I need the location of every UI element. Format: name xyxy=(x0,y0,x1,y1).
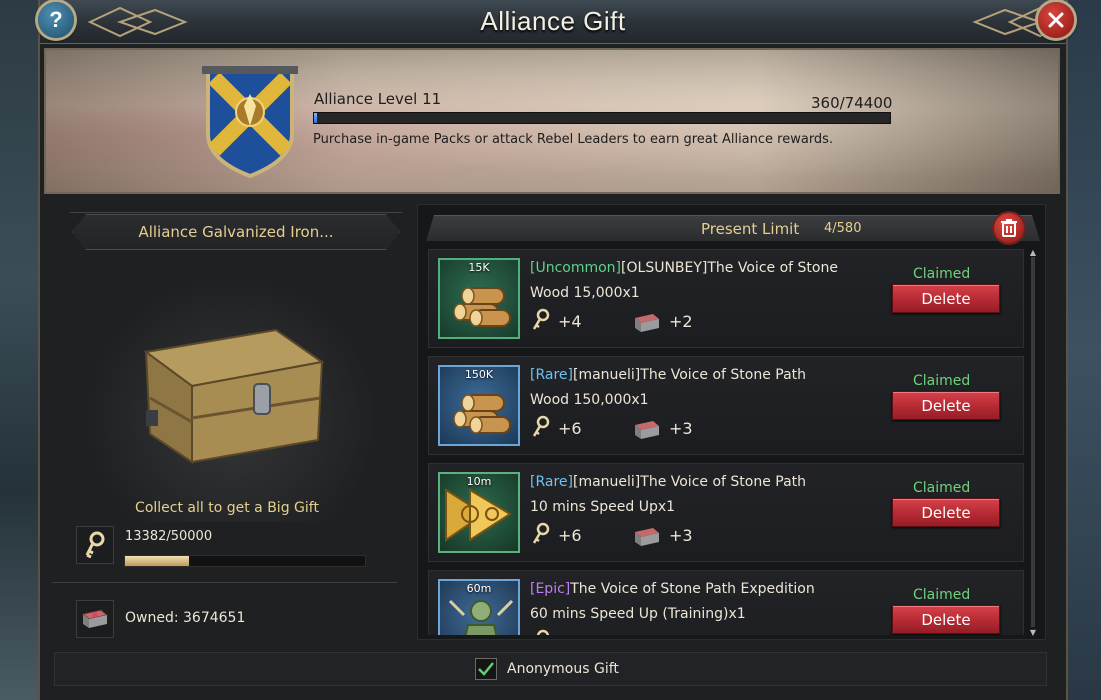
help-button[interactable]: ? xyxy=(38,2,74,38)
close-button[interactable] xyxy=(1038,2,1074,38)
chest-reward-value: +3 xyxy=(669,526,693,545)
key-reward-value: +6 xyxy=(558,526,582,545)
chest-reward-value: +3 xyxy=(669,419,693,438)
key-reward-icon xyxy=(532,522,550,544)
delete-button[interactable]: Delete xyxy=(892,391,1000,420)
delete-all-button[interactable] xyxy=(994,213,1024,243)
gift-item: 10 mins Speed Upx1 xyxy=(530,499,676,515)
gift-rarity: [Uncommon] xyxy=(530,260,622,276)
key-progress-fill xyxy=(125,556,190,566)
key-reward-value: +4 xyxy=(558,312,582,331)
gift-item: 60 mins Speed Up (Training)x1 xyxy=(530,606,746,622)
key-reward-icon xyxy=(532,308,550,330)
gift-rarity: [Rare] xyxy=(530,367,573,383)
key-icon xyxy=(85,531,105,559)
gift-rarity: [Rare] xyxy=(530,474,573,490)
key-reward-icon xyxy=(532,415,550,437)
claimed-status: Claimed xyxy=(913,480,971,496)
key-progress-bar xyxy=(124,555,366,567)
banner-description: Purchase in-game Packs or attack Rebel L… xyxy=(313,132,834,147)
gift-chest-icon-box xyxy=(76,600,114,638)
background-left-edge xyxy=(0,0,40,700)
chest-name: Alliance Galvanized Iron... xyxy=(72,214,400,250)
gift-row: 150K [Rare][manueli]The Voice of Stone P… xyxy=(428,356,1024,455)
anonymous-gift-label: Anonymous Gift xyxy=(507,661,619,677)
gift-amount-tag: 15K xyxy=(468,261,490,274)
gift-title: [manueli]The Voice of Stone Path xyxy=(572,474,807,490)
gift-row: 10m [Rare][manueli]The Voice of Stone Pa… xyxy=(428,463,1024,562)
claimed-status: Claimed xyxy=(913,266,971,282)
gift-title: [manueli]The Voice of Stone Path xyxy=(572,367,807,383)
present-limit-label: Present Limit xyxy=(701,220,800,238)
close-icon xyxy=(1048,12,1064,28)
gift-item: Wood 150,000x1 xyxy=(530,392,649,408)
big-gift-chest-icon[interactable] xyxy=(126,322,326,472)
key-reward-icon xyxy=(536,629,550,635)
gift-amount-tag: 10m xyxy=(466,475,492,488)
gift-list[interactable]: 15K [Uncommon][OLSUNBEY]The Voice of Sto… xyxy=(428,249,1024,635)
anonymous-gift-checkbox[interactable] xyxy=(475,658,497,680)
claimed-status: Claimed xyxy=(913,373,971,389)
gift-list-panel: Present Limit 4/580 15K [Uncommon][OLSUN… xyxy=(417,204,1046,640)
delete-button[interactable]: Delete xyxy=(892,605,1000,634)
gift-thumbnail[interactable]: 150K xyxy=(438,365,520,446)
chest-reward-value: +2 xyxy=(669,312,693,331)
collect-hint: Collect all to get a Big Gift xyxy=(135,500,319,516)
alliance-level-progress-bar xyxy=(313,112,891,124)
trash-icon xyxy=(1001,219,1017,237)
delete-button[interactable]: Delete xyxy=(892,284,1000,313)
gift-row: 15K [Uncommon][OLSUNBEY]The Voice of Sto… xyxy=(428,249,1024,348)
gift-rarity: [Epic] xyxy=(530,581,571,597)
gift-chest-icon xyxy=(81,609,109,628)
big-gift-panel: Alliance Galvanized Iron... Collect all … xyxy=(52,212,402,640)
scroll-track[interactable] xyxy=(1031,257,1035,627)
gift-list-scrollbar[interactable]: ▲ ▼ xyxy=(1028,249,1038,637)
present-limit-value: 4/580 xyxy=(824,221,862,236)
key-icon-box xyxy=(76,526,114,564)
alliance-level-banner: Alliance Level 11 360/74400 Purchase in-… xyxy=(44,48,1060,194)
gift-row: 60m [Epic]The Voice of Stone Path Expedi… xyxy=(428,570,1024,635)
alliance-shield-icon xyxy=(202,66,298,179)
key-count: 13382/50000 xyxy=(125,529,213,544)
chest-reward-icon xyxy=(635,421,659,439)
scroll-up-arrow-icon[interactable]: ▲ xyxy=(1028,249,1038,257)
gift-amount-tag: 60m xyxy=(466,582,492,595)
gift-thumbnail[interactable]: 10m xyxy=(438,472,520,553)
chest-reward-icon xyxy=(635,528,659,546)
gift-title: [OLSUNBEY]The Voice of Stone xyxy=(621,260,838,276)
owned-count: Owned: 3674651 xyxy=(125,610,246,626)
window-title: Alliance Gift xyxy=(480,6,626,36)
gift-amount-tag: 150K xyxy=(464,368,494,381)
alliance-level-value: 360/74400 xyxy=(811,94,893,112)
gift-item: Wood 15,000x1 xyxy=(530,285,640,301)
scroll-down-arrow-icon[interactable]: ▼ xyxy=(1028,629,1038,637)
alliance-level-progress-fill xyxy=(314,113,317,123)
claimed-status: Claimed xyxy=(913,587,971,603)
checkmark-icon xyxy=(478,662,494,676)
footer-bar: Anonymous Gift xyxy=(54,652,1047,686)
title-bar: Alliance Gift xyxy=(40,0,1073,44)
chest-reward-icon xyxy=(635,314,659,332)
gift-thumbnail[interactable]: 60m xyxy=(438,579,520,635)
key-reward-value: +6 xyxy=(558,419,582,438)
delete-button[interactable]: Delete xyxy=(892,498,1000,527)
gift-title: The Voice of Stone Path Expedition xyxy=(570,581,815,597)
alliance-level-label: Alliance Level 11 xyxy=(314,90,442,108)
gift-thumbnail[interactable]: 15K xyxy=(438,258,520,339)
